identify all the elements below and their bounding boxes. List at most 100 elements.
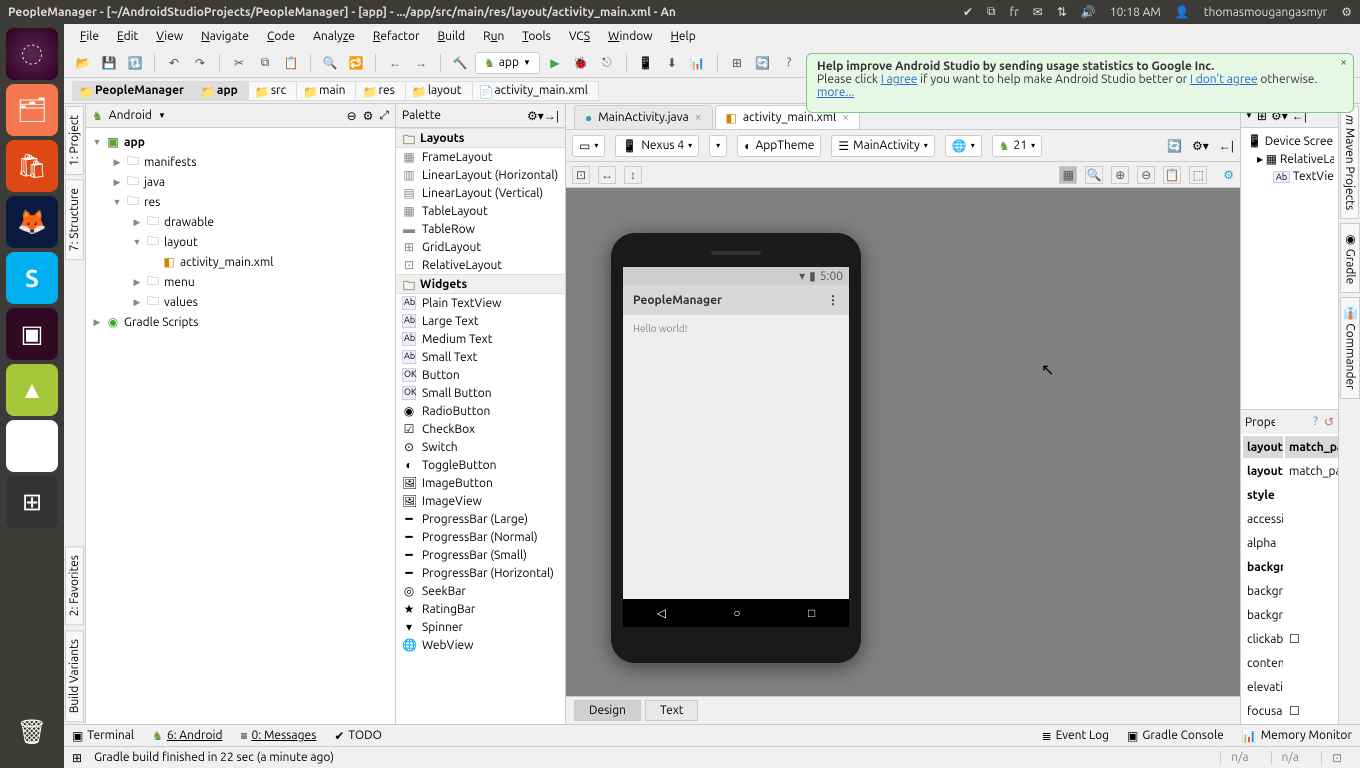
tab-mainactivity[interactable]: ●MainActivity.java×: [574, 105, 713, 129]
palette-item[interactable]: ▦FrameLayout: [396, 148, 565, 166]
profile-icon[interactable]: ⎋: [596, 52, 618, 74]
palette-item[interactable]: 🖼ImageButton: [396, 474, 565, 492]
session-gear-icon[interactable]: ⚙: [1341, 5, 1352, 19]
collapse-icon[interactable]: ⊖: [347, 109, 357, 123]
palette-item[interactable]: ◉RadioButton: [396, 402, 565, 420]
menu-help[interactable]: Help: [663, 28, 704, 45]
bc-layout[interactable]: 📁layout: [405, 81, 473, 101]
palette-item[interactable]: ━ProgressBar (Small): [396, 546, 565, 564]
palette-item[interactable]: ⊙Switch: [396, 438, 565, 456]
project-view-mode[interactable]: Android: [109, 109, 152, 122]
tree-layout[interactable]: ▼🗀layout: [86, 232, 395, 252]
agree-link[interactable]: I agree: [881, 73, 918, 86]
commander-tool-tab[interactable]: 👔 Commander: [1340, 297, 1360, 399]
ct-device[interactable]: 📱 Device Screen: [1245, 132, 1334, 150]
structure-icon[interactable]: ⊞: [726, 52, 748, 74]
menu-run[interactable]: Run: [475, 28, 512, 45]
palette-item[interactable]: AbPlain TextView: [396, 294, 565, 312]
paste-icon[interactable]: 📋: [280, 52, 302, 74]
palette-gear-icon[interactable]: ⚙▾: [527, 109, 544, 123]
palette-item[interactable]: AbLarge Text: [396, 312, 565, 330]
close-tip-icon[interactable]: ×: [1340, 56, 1347, 69]
design-gear-icon[interactable]: ⚙▾: [1192, 139, 1209, 153]
trash-icon[interactable]: 🗑: [6, 706, 58, 758]
clipboard-icon[interactable]: 📋: [1163, 166, 1181, 184]
toggle-viewport-icon[interactable]: ⊡: [572, 166, 590, 184]
bc-project[interactable]: 📁PeopleManager: [72, 81, 195, 101]
refresh-icon[interactable]: 🔄: [1167, 139, 1182, 153]
status-indicator-icon[interactable]: ⊡: [1321, 751, 1352, 765]
files-icon[interactable]: 🗂: [6, 84, 58, 136]
palette-item[interactable]: ━ProgressBar (Horizontal): [396, 564, 565, 582]
help-icon[interactable]: ?: [778, 52, 800, 74]
gear-icon[interactable]: ⚙: [363, 109, 374, 123]
redo-icon[interactable]: ↷: [189, 52, 211, 74]
layers-icon[interactable]: ⬚: [1189, 166, 1207, 184]
palette-item[interactable]: AbMedium Text: [396, 330, 565, 348]
palette-item[interactable]: ☑CheckBox: [396, 420, 565, 438]
avd-icon[interactable]: 📱: [635, 52, 657, 74]
ddms-icon[interactable]: 📊: [687, 52, 709, 74]
api-selector[interactable]: ♞21▾: [992, 135, 1042, 157]
gradle-tool-tab[interactable]: ◉ Gradle: [1340, 223, 1360, 293]
tree-app[interactable]: ▼▣app: [86, 132, 395, 152]
text-mode-tab[interactable]: Text: [645, 700, 699, 721]
debug-icon[interactable]: 🐞: [570, 52, 592, 74]
palette-item[interactable]: OKSmall Button: [396, 384, 565, 402]
ct-relativelayout[interactable]: ▸ ▦ RelativeLayout: [1245, 150, 1334, 168]
palette-item[interactable]: ⊡RelativeLayout: [396, 256, 565, 274]
palette-item[interactable]: 🌐WebView: [396, 636, 565, 654]
device-selector[interactable]: 📱Nexus 4▾: [615, 135, 699, 157]
save-icon[interactable]: 💾: [98, 52, 120, 74]
bc-res[interactable]: 📁res: [355, 81, 405, 101]
workspace-switcher-icon[interactable]: ⊞: [6, 476, 58, 528]
skype-icon[interactable]: S: [6, 252, 58, 304]
tree-activity-main[interactable]: ◧activity_main.xml: [86, 252, 395, 272]
palette-item[interactable]: 🖼ImageView: [396, 492, 565, 510]
more-link[interactable]: more...: [817, 86, 854, 99]
palette-item[interactable]: ━ProgressBar (Normal): [396, 528, 565, 546]
terminal-tool-tab[interactable]: ▣ Terminal: [72, 729, 134, 743]
menu-window[interactable]: Window: [600, 28, 660, 45]
device-screen[interactable]: ▾ ▮ 5:00 PeopleManager ⋮ Hello world! ◁: [623, 267, 849, 627]
palette-item[interactable]: OKButton: [396, 366, 565, 384]
tree-java[interactable]: ▶🗀java: [86, 172, 395, 192]
palette-group-layouts[interactable]: 🗀Layouts: [396, 128, 565, 148]
menu-edit[interactable]: Edit: [109, 28, 146, 45]
palette-group-widgets[interactable]: 🗀Widgets: [396, 274, 565, 294]
open-icon[interactable]: 📂: [72, 52, 94, 74]
palette-item[interactable]: ▬TableRow: [396, 220, 565, 238]
run-config-selector[interactable]: ♞ app ▼: [475, 52, 540, 74]
memory-monitor-tool-tab[interactable]: 📊 Memory Monitor: [1242, 729, 1352, 743]
gradle-console-tool-tab[interactable]: ▣ Gradle Console: [1127, 729, 1224, 743]
hide-icon[interactable]: ⤢: [379, 109, 389, 123]
tree-res[interactable]: ▼🗀res: [86, 192, 395, 212]
menu-build[interactable]: Build: [430, 28, 474, 45]
close-tab-icon[interactable]: ×: [695, 111, 702, 124]
cut-icon[interactable]: ✂: [228, 52, 250, 74]
firefox-icon[interactable]: 🦊: [6, 196, 58, 248]
messages-tool-tab[interactable]: ≡ 0: Messages: [240, 729, 316, 743]
android-tool-tab[interactable]: ♞ 6: Android: [152, 729, 222, 743]
build-variants-tool-tab[interactable]: Build Variants: [65, 630, 84, 722]
structure-tool-tab[interactable]: 7: Structure: [65, 179, 84, 260]
undo-icon[interactable]: ↶: [163, 52, 185, 74]
menu-view[interactable]: View: [148, 28, 191, 45]
dash-icon[interactable]: ◌: [6, 28, 58, 80]
hide-preview-icon[interactable]: ←|: [1219, 139, 1234, 153]
palette-item[interactable]: ▤LinearLayout (Vertical): [396, 184, 565, 202]
menu-analyze[interactable]: Analyze: [305, 28, 363, 45]
orientation-selector[interactable]: ▭▾: [572, 135, 605, 157]
menu-tools[interactable]: Tools: [514, 28, 559, 45]
tree-gradle[interactable]: ▶◉Gradle Scripts: [86, 312, 395, 332]
props-restore-icon[interactable]: ↺: [1324, 415, 1334, 429]
props-help-icon[interactable]: ?: [1313, 415, 1318, 429]
design-canvas[interactable]: ▾ ▮ 5:00 PeopleManager ⋮ Hello world! ◁: [566, 188, 1240, 696]
tree-menu[interactable]: ▶🗀menu: [86, 272, 395, 292]
palette-item[interactable]: ▥LinearLayout (Horizontal): [396, 166, 565, 184]
zoom-out-icon[interactable]: ⊖: [1137, 166, 1155, 184]
palette-item[interactable]: ▾Spinner: [396, 618, 565, 636]
dropbox-icon[interactable]: ⧉: [987, 5, 996, 19]
menu-code[interactable]: Code: [259, 28, 303, 45]
make-icon[interactable]: 🔨: [449, 52, 471, 74]
